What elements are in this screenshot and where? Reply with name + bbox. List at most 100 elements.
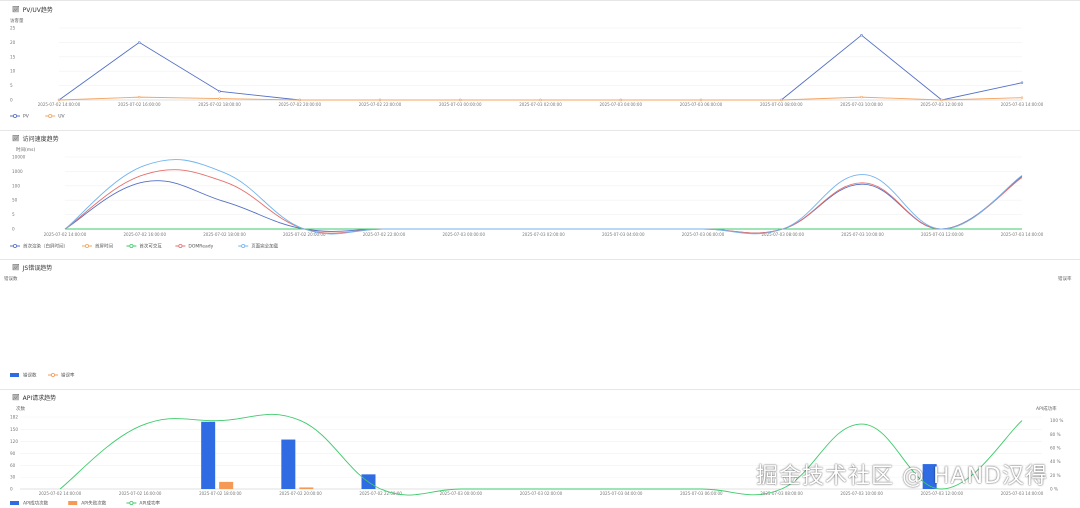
data-point xyxy=(378,98,382,102)
x-tick-label: 2025-07-02 20:00:00 xyxy=(279,102,322,107)
bar-failure xyxy=(219,481,234,489)
y-tick-label: 1000 xyxy=(12,169,23,174)
x-tick-label: 2025-07-02 20:00:00 xyxy=(279,491,322,496)
data-point xyxy=(138,95,141,99)
x-tick-label: 2025-07-03 08:00:00 xyxy=(760,102,803,107)
y-tick-label: 0 xyxy=(10,98,13,103)
legend-swatch xyxy=(48,114,53,119)
x-tick-label: 2025-07-03 04:00:00 xyxy=(600,491,643,496)
legend-label: API成功次数 xyxy=(23,500,49,507)
x-tick-label: 2025-07-03 06:00:00 xyxy=(680,102,723,107)
pv-uv-panel: 📈︎ PV/UV趋势 访客量 0 5 10 15 20 25 2025-07-02 14:00… xyxy=(0,0,1080,129)
y2-tick-label: 40 % xyxy=(1050,459,1061,464)
legend-label: API失败次数 xyxy=(81,500,107,507)
y-tick-label: 50 xyxy=(12,198,18,203)
y-tick-label: 10000 xyxy=(12,155,26,160)
data-point xyxy=(138,41,141,44)
data-point xyxy=(860,95,863,99)
y-axis-label: 错误数 xyxy=(4,275,18,282)
y-axis-label: 次数 xyxy=(16,405,25,412)
data-point xyxy=(1020,81,1024,84)
x-tick-label: 2025-07-03 14:00:00 xyxy=(1001,102,1044,107)
legend-swatch xyxy=(129,501,134,506)
y-tick-label: 30 xyxy=(10,475,16,480)
y-tick-label: 182 xyxy=(10,415,18,420)
x-tick-label: 2025-07-03 12:00:00 xyxy=(921,102,964,107)
y-tick-label: 90 xyxy=(10,451,16,456)
y2-tick-label: 0 % xyxy=(1050,487,1058,492)
legend-swatch xyxy=(51,373,56,378)
x-tick-label: 2025-07-03 14:00:00 xyxy=(1001,232,1044,237)
legend-swatch xyxy=(10,501,19,505)
api-panel: 📈︎ API请求趋势 次数 API成功率 0 30 60 90 120 150 182 0 % 20… xyxy=(0,389,1080,508)
y2-tick-label: 80 % xyxy=(1050,432,1061,437)
data-point xyxy=(780,98,783,102)
legend-swatch xyxy=(129,244,134,249)
legend-swatch xyxy=(85,244,90,249)
y2-axis-label: API成功率 xyxy=(1036,405,1057,412)
x-tick-label: 2025-07-02 18:00:00 xyxy=(199,491,242,496)
x-tick-label: 2025-07-03 12:00:00 xyxy=(921,232,964,237)
y2-axis-label: 错误率 xyxy=(1058,275,1072,282)
series-line-0 xyxy=(64,176,1023,234)
legend-swatch xyxy=(12,244,17,249)
legend-label: 首次可交互 xyxy=(139,243,162,250)
api-chart: 次数 API成功率 0 30 60 90 120 150 182 0 % 20 % 40 % 60 % 8… xyxy=(10,405,1063,507)
bar-success xyxy=(281,439,296,489)
data-point xyxy=(940,98,943,102)
x-tick-label: 2025-07-02 16:00:00 xyxy=(118,102,161,107)
x-tick-label: 2025-07-03 02:00:00 xyxy=(520,491,563,496)
x-tick-label: 2025-07-03 10:00:00 xyxy=(841,232,884,237)
watermark: 掘金技术社区 @ HAND汉得 xyxy=(756,464,1048,489)
y-tick-label: 0 xyxy=(10,487,13,492)
x-tick-label: 2025-07-03 02:00:00 xyxy=(519,102,562,107)
x-tick-label: 2025-07-03 10:00:00 xyxy=(840,491,883,496)
legend-label: 错误数 xyxy=(23,372,37,379)
js-error-chart: 错误数 错误率错误数 错误率 xyxy=(4,275,1072,379)
x-tick-label: 2025-07-02 22:00:00 xyxy=(359,102,402,107)
data-point xyxy=(218,90,221,93)
x-tick-label: 2025-07-03 06:00:00 xyxy=(680,491,723,496)
legend-label: API成功率 xyxy=(139,500,160,507)
legend-label: 页面完全加载 xyxy=(251,243,278,250)
series-line-4 xyxy=(64,159,1023,235)
x-tick-label: 2025-07-02 14:00:00 xyxy=(38,102,81,107)
data-point xyxy=(539,98,542,102)
bar-success xyxy=(201,421,216,489)
x-tick-label: 2025-07-03 00:00:00 xyxy=(443,232,486,237)
data-point xyxy=(218,97,221,100)
legend-label: 首屏时间 xyxy=(95,243,113,250)
legend-label: PV xyxy=(23,114,30,120)
y-tick-label: 0 xyxy=(12,227,15,232)
data-point xyxy=(459,98,462,102)
legend-label: 首次渲染（白屏时间） xyxy=(23,243,68,250)
legend-swatch xyxy=(68,501,78,505)
y-tick-label: 25 xyxy=(10,26,16,31)
x-tick-label: 2025-07-03 00:00:00 xyxy=(439,102,482,107)
y2-tick-label: 100 % xyxy=(1050,418,1063,423)
y2-tick-label: 20 % xyxy=(1050,473,1061,478)
x-tick-label: 2025-07-03 04:00:00 xyxy=(602,232,645,237)
x-tick-label: 2025-07-03 12:00:00 xyxy=(921,491,964,496)
y-axis-label: 访客量 xyxy=(10,17,24,24)
speed-chart: 时间(ms) 0 5 50 100 1000 10000 2025-07-02 14:00:0… xyxy=(10,146,1044,250)
legend-swatch xyxy=(178,244,183,249)
y-tick-label: 120 xyxy=(10,439,18,444)
data-point xyxy=(298,98,301,102)
pv-uv-chart: 访客量 0 5 10 15 20 25 2025-07-02 14:00:00 2025-07-… xyxy=(10,17,1044,120)
x-tick-label: 2025-07-03 02:00:00 xyxy=(522,232,565,237)
legend-swatch xyxy=(241,244,246,249)
x-tick-label: 2025-07-02 16:00:00 xyxy=(119,491,162,496)
y-tick-label: 15 xyxy=(10,54,16,59)
js-error-panel: 📈︎ JS错误趋势 错误数 错误率 错误数 错误率 xyxy=(0,259,1080,388)
y-tick-label: 100 xyxy=(12,183,20,188)
x-tick-label: 2025-07-02 18:00:00 xyxy=(198,102,241,107)
speed-panel: 📈︎ 访问速度趋势 时间(ms) 0 5 50 100 1000 10000 2025-07-… xyxy=(0,130,1080,259)
data-point xyxy=(1020,96,1024,99)
x-tick-label: 2025-07-03 10:00:00 xyxy=(840,102,883,107)
data-point xyxy=(57,98,61,102)
x-tick-label: 2025-07-02 22:00:00 xyxy=(363,232,406,237)
y-tick-label: 5 xyxy=(10,83,13,88)
y-tick-label: 20 xyxy=(10,40,16,45)
y-tick-label: 10 xyxy=(10,69,16,74)
